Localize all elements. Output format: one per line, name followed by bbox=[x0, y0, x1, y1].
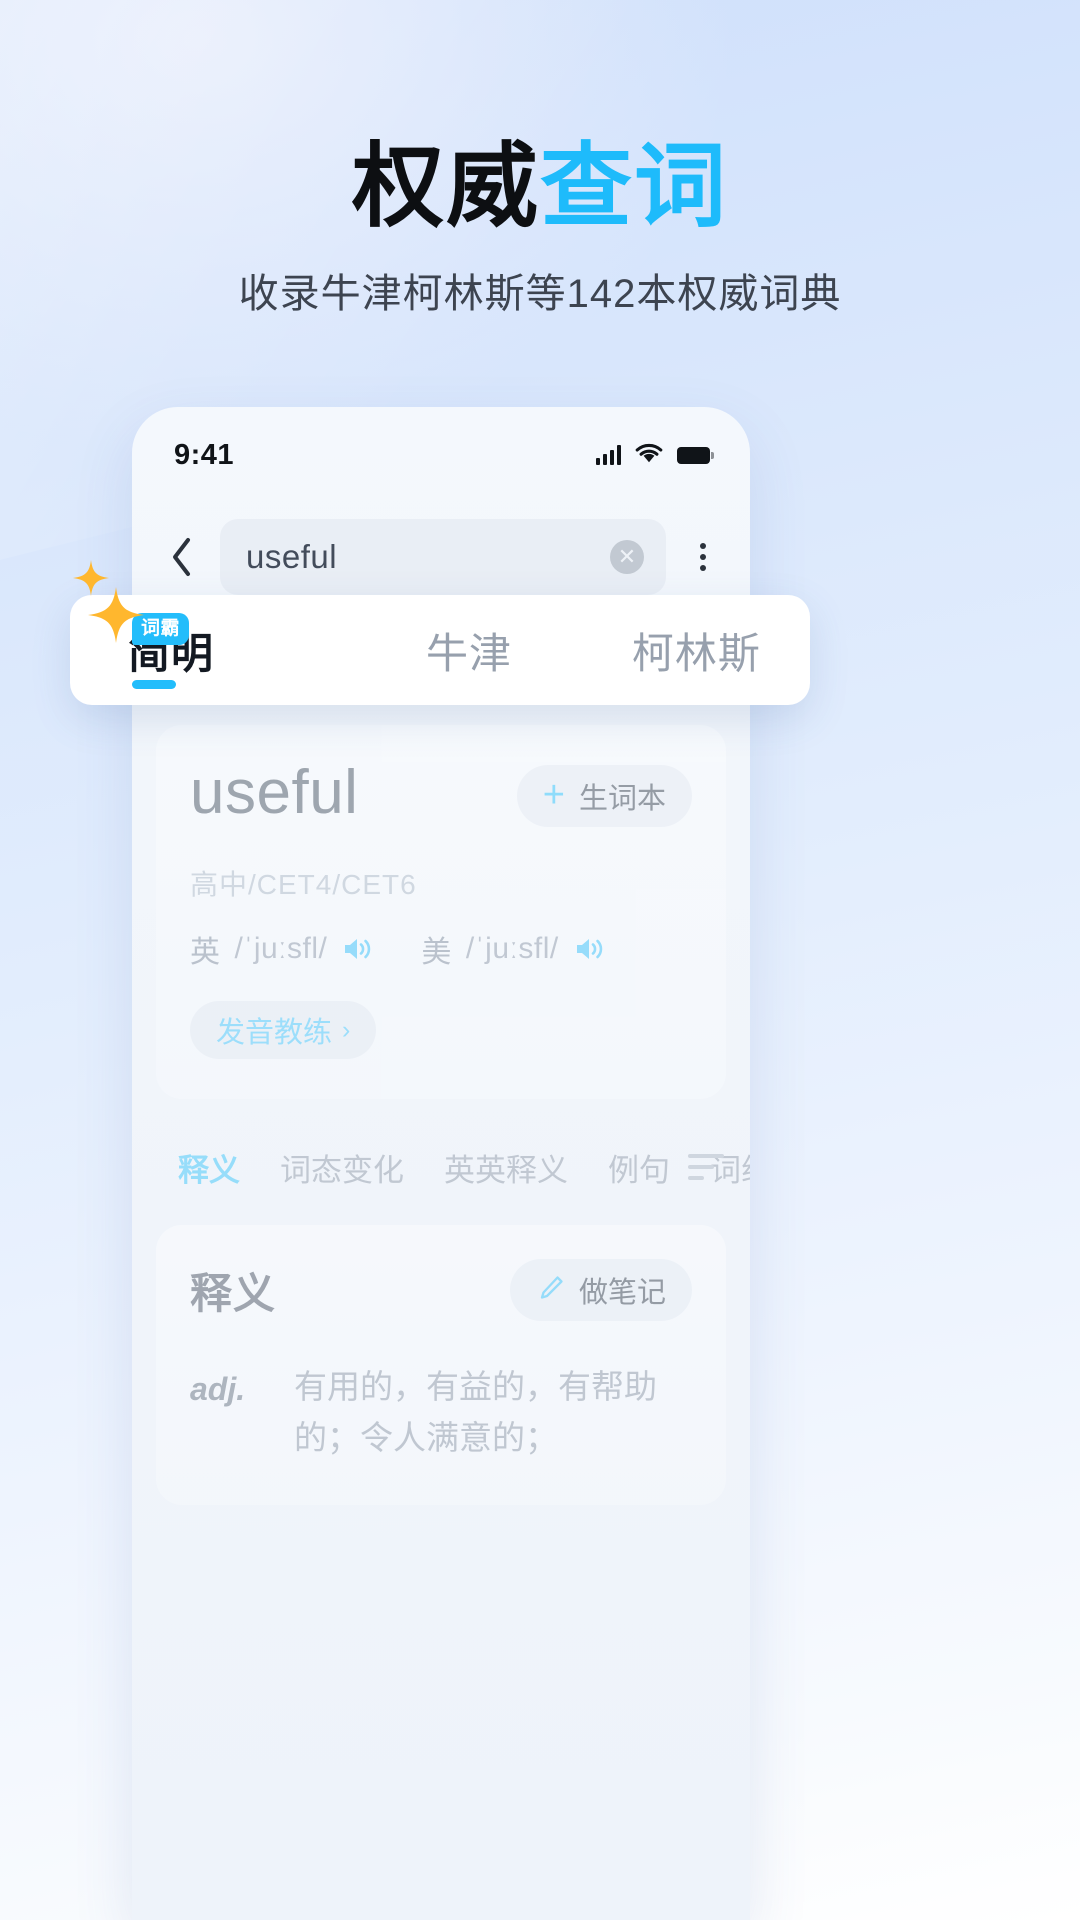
pronunciation-uk-phonetic: /ˈjuːsfl/ bbox=[234, 932, 328, 966]
tab-collins-label: 柯林斯 bbox=[631, 629, 761, 677]
chevron-left-icon bbox=[173, 538, 190, 576]
definition-card-header: 释义 做笔记 bbox=[190, 1259, 692, 1322]
add-to-wordbook-label: 生词本 bbox=[578, 783, 666, 815]
search-input[interactable]: useful ✕ bbox=[220, 519, 666, 595]
pronunciation-row: 英 /ˈjuːsfl/ 美 /ˈjuːsfl/ bbox=[190, 927, 692, 971]
headword-card: useful + 生词本 高中/CET4/CET6 英 /ˈjuːsfl/ 美 … bbox=[156, 725, 726, 1100]
clear-circle-icon[interactable]: ✕ bbox=[610, 540, 644, 574]
definition-card: 释义 做笔记 adj. 有用的，有益的，有帮助的；令人满意的； bbox=[156, 1225, 726, 1506]
section-tab-en-en[interactable]: 英英释义 bbox=[444, 1145, 568, 1190]
tab-jianming[interactable]: 简明 词霸 bbox=[70, 595, 355, 705]
status-bar: 9:41 bbox=[132, 407, 750, 503]
promo-page: 权威查词 收录牛津柯林斯等142本权威词典 9:41 useful ✕ usef… bbox=[0, 0, 1080, 1920]
pencil-icon bbox=[536, 1273, 566, 1308]
chevron-right-icon: › bbox=[342, 1015, 351, 1044]
headword-row: useful + 生词本 bbox=[190, 758, 692, 827]
sort-filter-icon[interactable] bbox=[688, 1154, 724, 1181]
tab-oxford[interactable]: 牛津 bbox=[355, 595, 582, 705]
pronunciation-uk-lang: 英 bbox=[190, 936, 221, 970]
page-title: 权威查词 bbox=[0, 139, 1080, 236]
speaker-icon[interactable] bbox=[341, 934, 373, 964]
battery-full-icon bbox=[677, 446, 714, 464]
back-button[interactable] bbox=[160, 529, 204, 585]
definition-card-title: 释义 bbox=[190, 1269, 277, 1317]
section-tab-examples[interactable]: 例句 bbox=[608, 1145, 670, 1190]
pronunciation-coach-button[interactable]: 发音教练 › bbox=[190, 1001, 377, 1060]
section-tabs: 释义 词态变化 英英释义 例句 词组 bbox=[132, 1135, 750, 1199]
entry-content: useful + 生词本 高中/CET4/CET6 英 /ˈjuːsfl/ 美 … bbox=[132, 607, 750, 1920]
definition-entry: adj. 有用的，有益的，有帮助的；令人满意的； bbox=[190, 1363, 692, 1465]
status-bar-time: 9:41 bbox=[174, 438, 235, 471]
search-bar: useful ✕ bbox=[132, 511, 750, 603]
page-title-dark: 权威 bbox=[351, 136, 540, 238]
part-of-speech: adj. bbox=[190, 1371, 246, 1408]
cellular-signal-icon bbox=[596, 445, 621, 465]
dictionary-tab-bar: 简明 词霸 牛津 柯林斯 bbox=[70, 595, 810, 705]
headword: useful bbox=[190, 758, 359, 827]
exam-tags: 高中/CET4/CET6 bbox=[190, 869, 417, 901]
make-note-button[interactable]: 做笔记 bbox=[509, 1259, 692, 1322]
pronunciation-us-lang: 美 bbox=[421, 936, 452, 970]
tab-jianming-badge: 词霸 bbox=[132, 613, 190, 645]
search-input-value: useful bbox=[246, 538, 338, 575]
page-title-accent: 查词 bbox=[540, 136, 729, 238]
sparkle-icon bbox=[73, 560, 109, 596]
more-vertical-icon[interactable] bbox=[682, 529, 724, 585]
speaker-icon[interactable] bbox=[573, 934, 605, 964]
page-subtitle: 收录牛津柯林斯等142本权威词典 bbox=[238, 272, 842, 316]
section-tab-inflections[interactable]: 词态变化 bbox=[280, 1145, 404, 1190]
tab-oxford-label: 牛津 bbox=[425, 629, 512, 677]
plus-icon: + bbox=[542, 773, 565, 816]
pronunciation-us-phonetic: /ˈjuːsfl/ bbox=[465, 932, 559, 966]
section-tab-definition[interactable]: 释义 bbox=[178, 1145, 240, 1190]
pronunciation-us[interactable]: 美 /ˈjuːsfl/ bbox=[421, 927, 604, 971]
make-note-label: 做笔记 bbox=[578, 1277, 666, 1310]
tab-active-indicator bbox=[132, 680, 176, 689]
status-bar-icons bbox=[596, 442, 714, 469]
definition-text: 有用的，有益的，有帮助的；令人满意的； bbox=[294, 1370, 657, 1458]
add-to-wordbook-button[interactable]: + 生词本 bbox=[516, 765, 692, 827]
wifi-icon bbox=[634, 442, 664, 469]
pronunciation-coach-label: 发音教练 bbox=[216, 1017, 333, 1050]
pronunciation-uk[interactable]: 英 /ˈjuːsfl/ bbox=[190, 927, 373, 971]
tab-collins[interactable]: 柯林斯 bbox=[583, 595, 810, 705]
